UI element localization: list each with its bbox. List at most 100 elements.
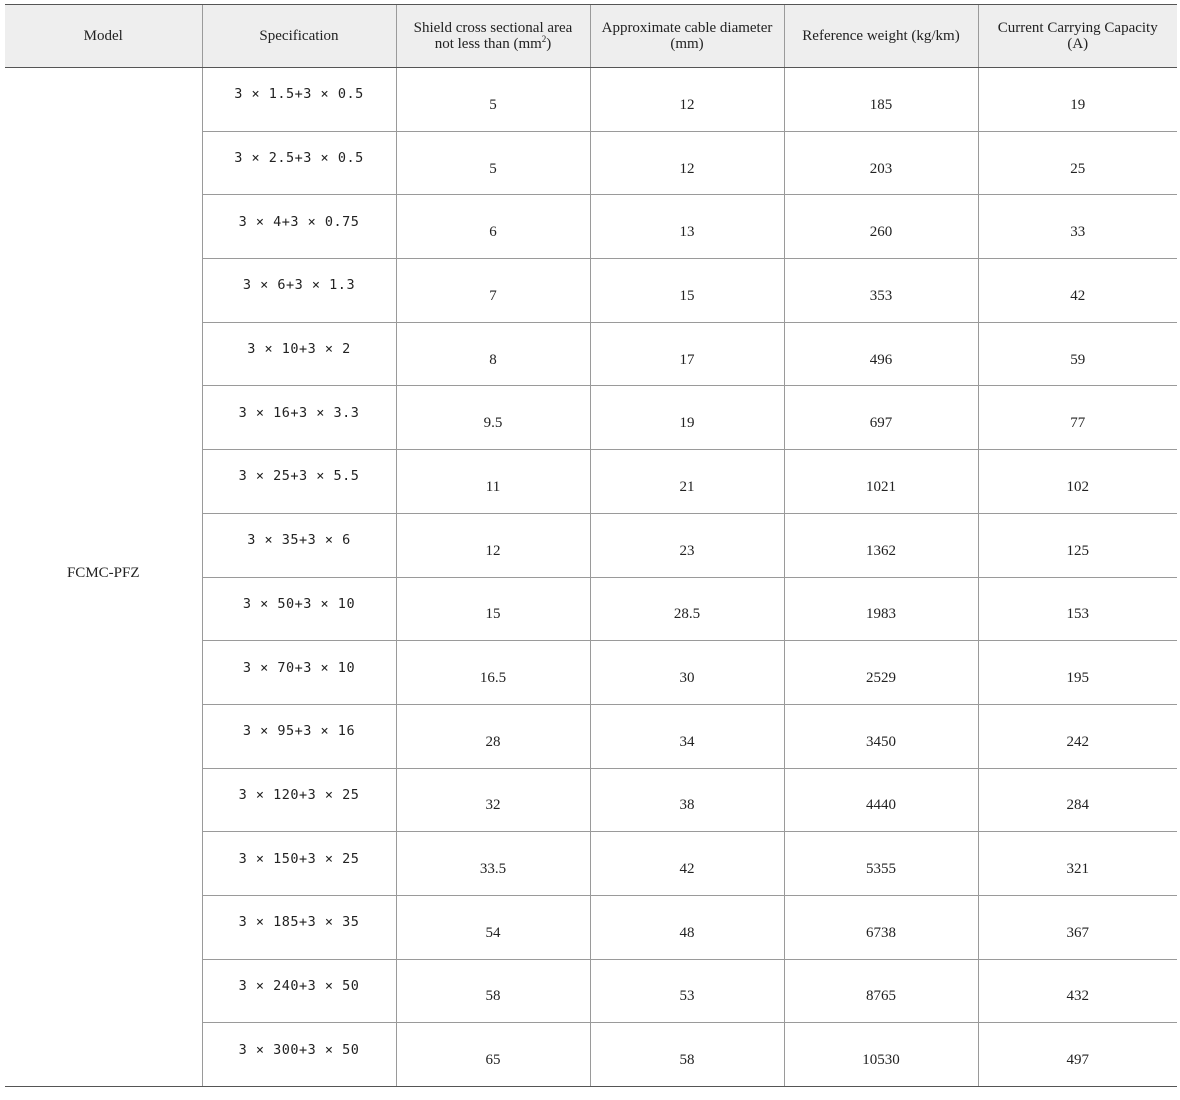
header-model: Model	[5, 4, 202, 68]
specification-cell: 3 × 300+3 × 50	[201, 1022, 396, 1087]
current-capacity-cell: 153	[977, 577, 1177, 642]
reference-weight-cell: 203	[783, 131, 978, 196]
current-capacity-cell: 242	[977, 704, 1177, 769]
current-capacity-cell: 367	[977, 895, 1177, 960]
shield-area-cell: 58	[395, 959, 590, 1024]
cable-diameter-cell: 53	[589, 959, 784, 1024]
shield-area-cell: 33.5	[395, 831, 590, 896]
header-shield-line2-suffix: )	[546, 36, 552, 52]
current-capacity-cell: 33	[977, 194, 1177, 260]
shield-area-cell: 7	[395, 258, 590, 323]
specification-cell: 3 × 4+3 × 0.75	[201, 194, 396, 260]
table-row: FCMC-PFZ 3 × 1.5+3 × 0.5 5 12 185 19	[5, 67, 1177, 1087]
header-shield-line1: Shield cross sectional area	[413, 20, 573, 36]
header-reference-weight: Reference weight (kg/km)	[783, 4, 978, 68]
header-cable-diameter: Approximate cable diameter (mm)	[589, 4, 784, 68]
specification-cell: 3 × 185+3 × 35	[201, 895, 396, 960]
current-capacity-cell: 195	[977, 640, 1177, 705]
cable-diameter-cell: 42	[589, 831, 784, 896]
specification-cell: 3 × 35+3 × 6	[201, 513, 396, 578]
reference-weight-cell: 10530	[783, 1022, 978, 1087]
shield-area-cell: 12	[395, 513, 590, 578]
reference-weight-cell: 8765	[783, 959, 978, 1024]
current-capacity-cell: 321	[977, 831, 1177, 896]
specification-cell: 3 × 120+3 × 25	[201, 768, 396, 833]
specification-cell: 3 × 25+3 × 5.5	[201, 449, 396, 514]
cable-diameter-cell: 17	[589, 322, 784, 387]
specification-cell: 3 × 95+3 × 16	[201, 704, 396, 769]
cable-diameter-cell: 13	[589, 194, 784, 260]
current-capacity-cell: 19	[977, 67, 1177, 132]
shield-area-cell: 16.5	[395, 640, 590, 705]
shield-area-cell: 28	[395, 704, 590, 769]
shield-area-cell: 65	[395, 1022, 590, 1087]
reference-weight-cell: 3450	[783, 704, 978, 769]
reference-weight-cell: 697	[783, 385, 978, 451]
current-capacity-cell: 77	[977, 385, 1177, 451]
cable-diameter-cell: 12	[589, 131, 784, 196]
specification-cell: 3 × 2.5+3 × 0.5	[201, 131, 396, 196]
cable-diameter-cell: 23	[589, 513, 784, 578]
specification-cell: 3 × 240+3 × 50	[201, 959, 396, 1024]
shield-area-cell: 5	[395, 67, 590, 132]
current-capacity-cell: 497	[977, 1022, 1177, 1087]
table-header: Model Specification Shield cross section…	[5, 4, 1177, 68]
header-diameter-line2: (mm)	[670, 36, 704, 52]
current-capacity-cell: 42	[977, 258, 1177, 323]
reference-weight-cell: 5355	[783, 831, 978, 896]
header-specification: Specification	[201, 4, 396, 68]
specification-cell: 3 × 16+3 × 3.3	[201, 385, 396, 451]
cable-diameter-cell: 28.5	[589, 577, 784, 642]
header-current-capacity: Current Carrying Capacity (A)	[977, 4, 1177, 68]
reference-weight-cell: 1362	[783, 513, 978, 578]
header-row: Model Specification Shield cross section…	[5, 4, 1177, 68]
reference-weight-cell: 6738	[783, 895, 978, 960]
specification-cell: 3 × 150+3 × 25	[201, 831, 396, 896]
shield-area-cell: 6	[395, 194, 590, 260]
cable-diameter-cell: 38	[589, 768, 784, 833]
shield-area-cell: 32	[395, 768, 590, 833]
current-capacity-cell: 125	[977, 513, 1177, 578]
shield-area-cell: 15	[395, 577, 590, 642]
shield-area-cell: 11	[395, 449, 590, 514]
shield-area-cell: 5	[395, 131, 590, 196]
reference-weight-cell: 185	[783, 67, 978, 132]
cable-diameter-cell: 34	[589, 704, 784, 769]
reference-weight-cell: 1021	[783, 449, 978, 514]
shield-area-cell: 8	[395, 322, 590, 387]
header-current-line2: (A)	[1067, 36, 1089, 52]
reference-weight-cell: 353	[783, 258, 978, 323]
header-shield-line2-prefix: not less than (mm	[434, 36, 542, 52]
current-capacity-cell: 432	[977, 959, 1177, 1024]
current-capacity-cell: 102	[977, 449, 1177, 514]
current-capacity-cell: 284	[977, 768, 1177, 833]
specification-cell: 3 × 1.5+3 × 0.5	[201, 67, 396, 132]
cable-spec-table-container: Model Specification Shield cross section…	[5, 4, 1177, 1087]
header-diameter-line1: Approximate cable diameter	[601, 20, 773, 36]
cable-diameter-cell: 21	[589, 449, 784, 514]
specification-cell: 3 × 50+3 × 10	[201, 577, 396, 642]
cable-diameter-cell: 12	[589, 67, 784, 132]
reference-weight-cell: 260	[783, 194, 978, 260]
specification-cell: 3 × 10+3 × 2	[201, 322, 396, 387]
reference-weight-cell: 496	[783, 322, 978, 387]
current-capacity-cell: 59	[977, 322, 1177, 387]
shield-area-cell: 9.5	[395, 385, 590, 451]
model-cell: FCMC-PFZ	[5, 67, 202, 1087]
cable-spec-table: Model Specification Shield cross section…	[5, 4, 1177, 1087]
reference-weight-cell: 2529	[783, 640, 978, 705]
cable-diameter-cell: 19	[589, 385, 784, 451]
cable-diameter-cell: 48	[589, 895, 784, 960]
specification-cell: 3 × 70+3 × 10	[201, 640, 396, 705]
cable-diameter-cell: 30	[589, 640, 784, 705]
current-capacity-cell: 25	[977, 131, 1177, 196]
reference-weight-cell: 4440	[783, 768, 978, 833]
cable-diameter-cell: 15	[589, 258, 784, 323]
cable-diameter-cell: 58	[589, 1022, 784, 1087]
specification-cell: 3 × 6+3 × 1.3	[201, 258, 396, 323]
header-shield-area: Shield cross sectional area not less tha…	[395, 4, 590, 68]
header-shield-line2: not less than (mm2)	[399, 35, 588, 53]
reference-weight-cell: 1983	[783, 577, 978, 642]
shield-area-cell: 54	[395, 895, 590, 960]
table-body: FCMC-PFZ 3 × 1.5+3 × 0.5 5 12 185 19 3 × 2.5+3…	[5, 67, 1177, 1087]
